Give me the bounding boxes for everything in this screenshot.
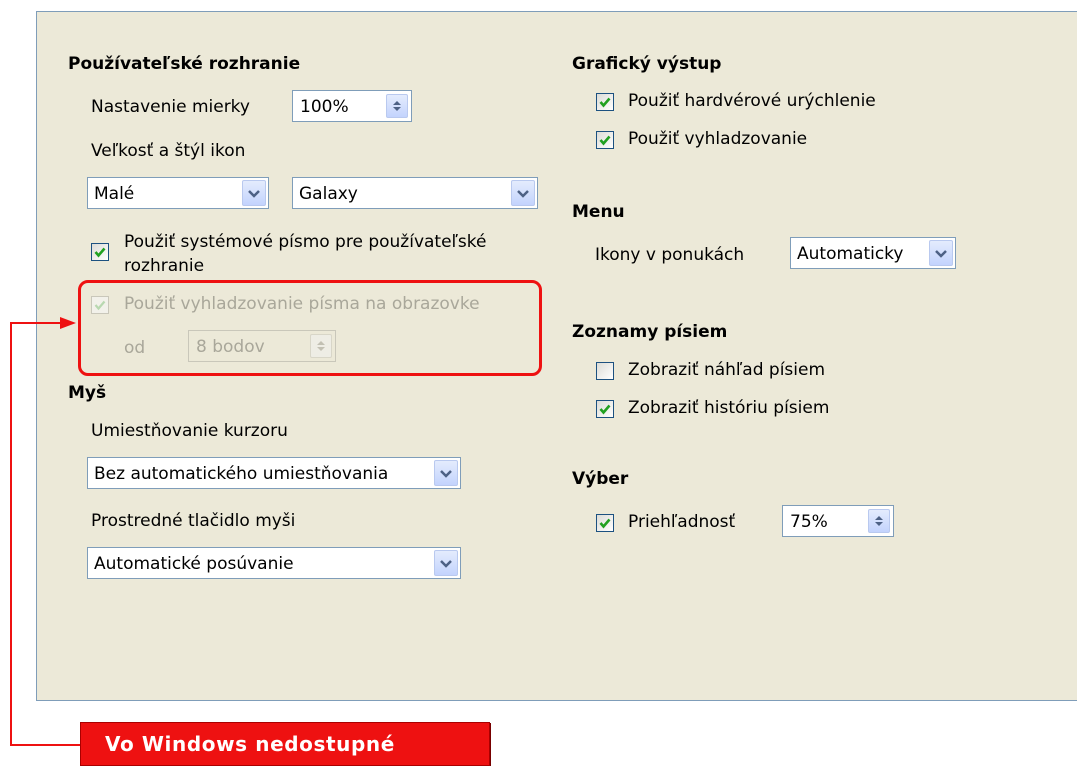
cursor-positioning-label: Umiestňovanie kurzoru <box>91 421 288 441</box>
middle-button-value: Automatické posúvanie <box>94 554 294 574</box>
callout-connector-bottom <box>10 744 82 746</box>
font-history-label: Zobraziť históriu písiem <box>628 398 830 418</box>
scale-value: 100% <box>300 97 349 117</box>
spin-arrows-icon[interactable] <box>868 509 890 533</box>
icon-style-value: Galaxy <box>299 184 358 204</box>
unavailable-highlight-box <box>78 280 542 376</box>
transparency-spinbox[interactable]: 75% <box>782 505 894 537</box>
arrow-head-icon <box>60 317 76 329</box>
graphics-heading: Grafický výstup <box>572 54 722 74</box>
font-lists-heading: Zoznamy písiem <box>572 322 728 342</box>
font-preview-checkbox[interactable] <box>596 362 614 380</box>
chevron-down-icon[interactable] <box>434 550 458 576</box>
callout-connector-vertical <box>10 322 12 746</box>
unavailable-callout: Vo Windows nedostupné <box>80 722 490 766</box>
font-history-checkbox[interactable] <box>596 400 614 418</box>
icon-style-select[interactable]: Galaxy <box>292 177 538 209</box>
spin-arrows-icon[interactable] <box>386 94 408 118</box>
cursor-positioning-value: Bez automatického umiestňovania <box>94 464 389 484</box>
icon-size-select[interactable]: Malé <box>87 177 269 209</box>
chevron-down-icon[interactable] <box>929 240 953 266</box>
icon-size-style-label: Veľkosť a štýl ikon <box>91 141 246 161</box>
icons-in-menus-value: Automaticky <box>797 244 904 264</box>
icons-in-menus-label: Ikony v ponukách <box>595 245 745 265</box>
ui-heading: Používateľské rozhranie <box>68 54 301 74</box>
antialiasing-checkbox[interactable] <box>596 131 614 149</box>
chevron-down-icon[interactable] <box>242 180 266 206</box>
mouse-heading: Myš <box>68 383 107 403</box>
cursor-positioning-select[interactable]: Bez automatického umiestňovania <box>87 457 461 489</box>
antialiasing-label: Použiť vyhladzovanie <box>628 129 808 149</box>
middle-button-label: Prostredné tlačidlo myši <box>91 511 296 531</box>
transparency-checkbox[interactable] <box>596 514 614 532</box>
chevron-down-icon[interactable] <box>434 460 458 486</box>
selection-heading: Výber <box>572 469 629 489</box>
font-preview-label: Zobraziť náhľad písiem <box>628 360 826 380</box>
transparency-value: 75% <box>790 512 828 532</box>
chevron-down-icon[interactable] <box>511 180 535 206</box>
system-font-label-line2: rozhranie <box>124 256 205 276</box>
scale-spinbox[interactable]: 100% <box>292 90 412 122</box>
scale-label: Nastavenie mierky <box>91 97 250 117</box>
callout-connector-top <box>10 322 66 324</box>
middle-button-select[interactable]: Automatické posúvanie <box>87 547 461 579</box>
system-font-checkbox[interactable] <box>91 243 109 261</box>
system-font-label-line1: Použiť systémové písmo pre používateľské <box>124 232 487 252</box>
hw-accel-checkbox[interactable] <box>596 93 614 111</box>
hw-accel-label: Použiť hardvérové urýchlenie <box>628 91 876 111</box>
icons-in-menus-select[interactable]: Automaticky <box>790 237 956 269</box>
icon-size-value: Malé <box>94 184 135 204</box>
transparency-label: Priehľadnosť <box>628 512 736 532</box>
menu-heading: Menu <box>572 202 625 222</box>
